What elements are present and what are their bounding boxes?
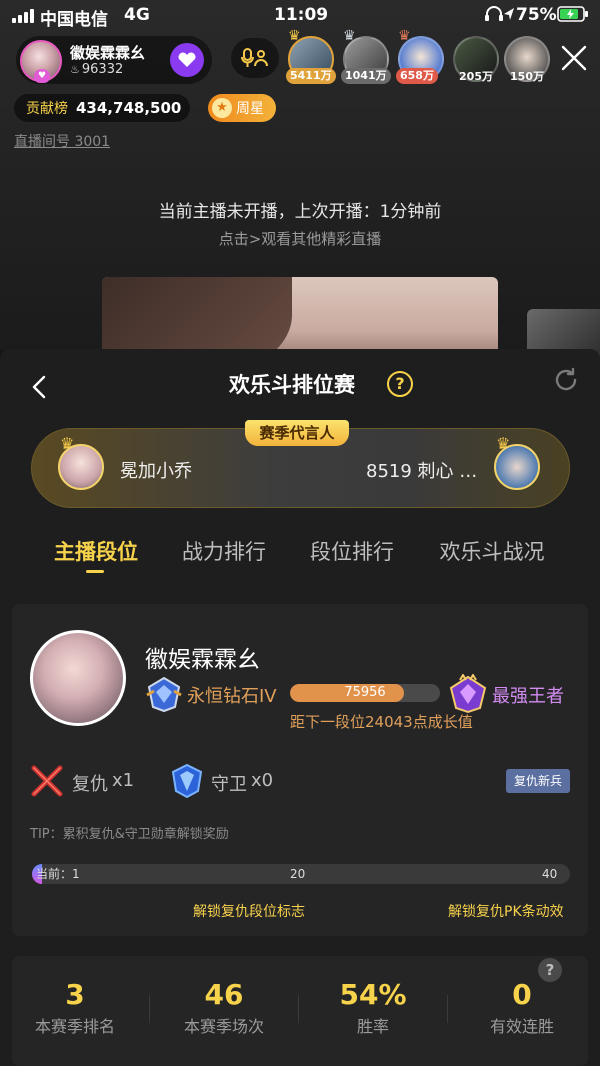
unlock-mid-label: 20 [290,867,306,881]
panel-title: 欢乐斗排位赛 [229,373,355,397]
contribution-label: 贡献榜 [26,101,68,117]
unlock-end-label: 40 [542,867,558,881]
king-tier-icon [448,673,487,714]
revenge-label: 复仇 [72,774,108,795]
contribution-value: 434,748,500 [76,99,182,117]
headphones-icon [484,6,504,22]
guard-count: x0 [251,770,274,791]
viewer-contribution: 150万 [510,70,544,83]
top-viewer-1[interactable]: ♛ 5411万 [286,28,336,86]
revenge-count: x1 [112,770,135,791]
follow-button[interactable] [170,43,204,77]
week-star-label: 周星 [236,101,264,117]
offline-notice: 当前主播未开播，上次开播：1分钟前 [158,202,442,222]
tier-points: 75956 [344,685,386,700]
battery-icon [557,6,589,22]
guard-label: 守卫 [211,774,247,795]
room-number: 直播间号 3001 [14,134,111,150]
tab-tier-ranking[interactable]: 段位排行 [296,536,408,566]
close-button[interactable] [558,42,590,74]
spokesperson-left-avatar[interactable] [58,444,104,490]
season-matches-label: 本赛季场次 [183,1017,264,1036]
help-icon[interactable]: ? [387,371,413,397]
crossed-swords-icon [30,764,64,798]
host-heat-value: 96332 [81,62,124,77]
win-rate-label: 胜率 [356,1017,389,1036]
viewer-contribution: 5411万 [286,68,336,84]
host-heat: ♨ 96332 [70,62,123,77]
host-level-badge-icon: ♥ [34,69,50,83]
network-label: 4G [124,5,150,25]
voice-link-button[interactable] [231,38,279,78]
chevron-left-icon [32,375,46,399]
anchor-avatar[interactable] [30,630,126,726]
win-streak-label: 有效连胜 [489,1017,554,1036]
viewer-contribution: 658万 [396,68,438,84]
carrier-label: 中国电信 [40,10,108,30]
host-name: 徽娱霖霖幺 [70,44,146,62]
top-viewer-3[interactable]: ♛ 658万 [396,28,446,86]
viewer-contribution: 205万 [459,70,493,83]
tab-battle-status[interactable]: 欢乐斗战况 [428,536,556,566]
season-matches-value: 46 [204,978,244,1011]
close-icon [561,45,587,71]
contribution-rank-button[interactable]: 贡献榜 434,748,500 [14,94,190,122]
diamond-tier-icon [145,675,183,713]
refresh-button[interactable] [552,366,580,394]
tab-indicator [86,570,104,573]
status-time: 11:09 [274,5,329,25]
back-button[interactable] [26,372,54,402]
spokesperson-left-name: 冕加小乔 [120,461,192,482]
top-viewer-2[interactable]: ♛ 1041万 [341,28,391,86]
viewer-contribution: 1041万 [341,68,391,84]
shield-icon [170,763,204,799]
unlock-current-label: 当前：1 [36,867,80,881]
next-tier-label: 最强王者 [492,686,564,707]
microphone-user-icon [241,48,268,67]
reward-revenge-mark[interactable]: 解锁复仇段位标志 [193,901,305,921]
reward-revenge-pk-effect[interactable]: 解锁复仇PK条动效 [448,901,564,921]
top-viewer-4[interactable]: 205万 [451,28,501,86]
revenge-rank-badge: 复仇新兵 [506,769,570,793]
signal-icon [12,9,34,23]
watch-other-link[interactable]: 点击>观看其他精彩直播 [0,228,600,249]
win-rate-value: 54% [339,978,407,1011]
battery-percent: 75% [516,5,557,25]
star-icon: ★ [212,98,232,118]
tip-text: TIP：累积复仇&守卫勋章解锁奖励 [30,827,229,842]
heart-icon [178,52,196,67]
spokesperson-tag: 赛季代言人 [245,420,349,446]
anchor-name: 徽娱霖霖幺 [145,647,260,673]
season-stats-card [12,956,588,1066]
flame-icon: ♨ [70,63,80,76]
season-rank-value: 3 [65,978,85,1011]
current-tier-label: 永恒钻石IV [187,686,277,707]
tab-power-ranking[interactable]: 战力排行 [168,536,280,566]
spokesperson-right-name: 8519 刺心 … [366,461,478,482]
refresh-icon [555,367,577,391]
win-streak-value: 0 [512,978,532,1011]
season-rank-label: 本赛季排名 [34,1017,115,1036]
next-tier-hint: 距下一段位24043点成长值 [290,713,473,731]
spokesperson-right-avatar[interactable] [494,444,540,490]
week-star-button[interactable]: ★ 周星 [208,94,276,122]
top-viewer-5[interactable]: 150万 [502,28,552,86]
tab-anchor-tier[interactable]: 主播段位 [40,536,152,566]
location-icon [502,6,516,22]
